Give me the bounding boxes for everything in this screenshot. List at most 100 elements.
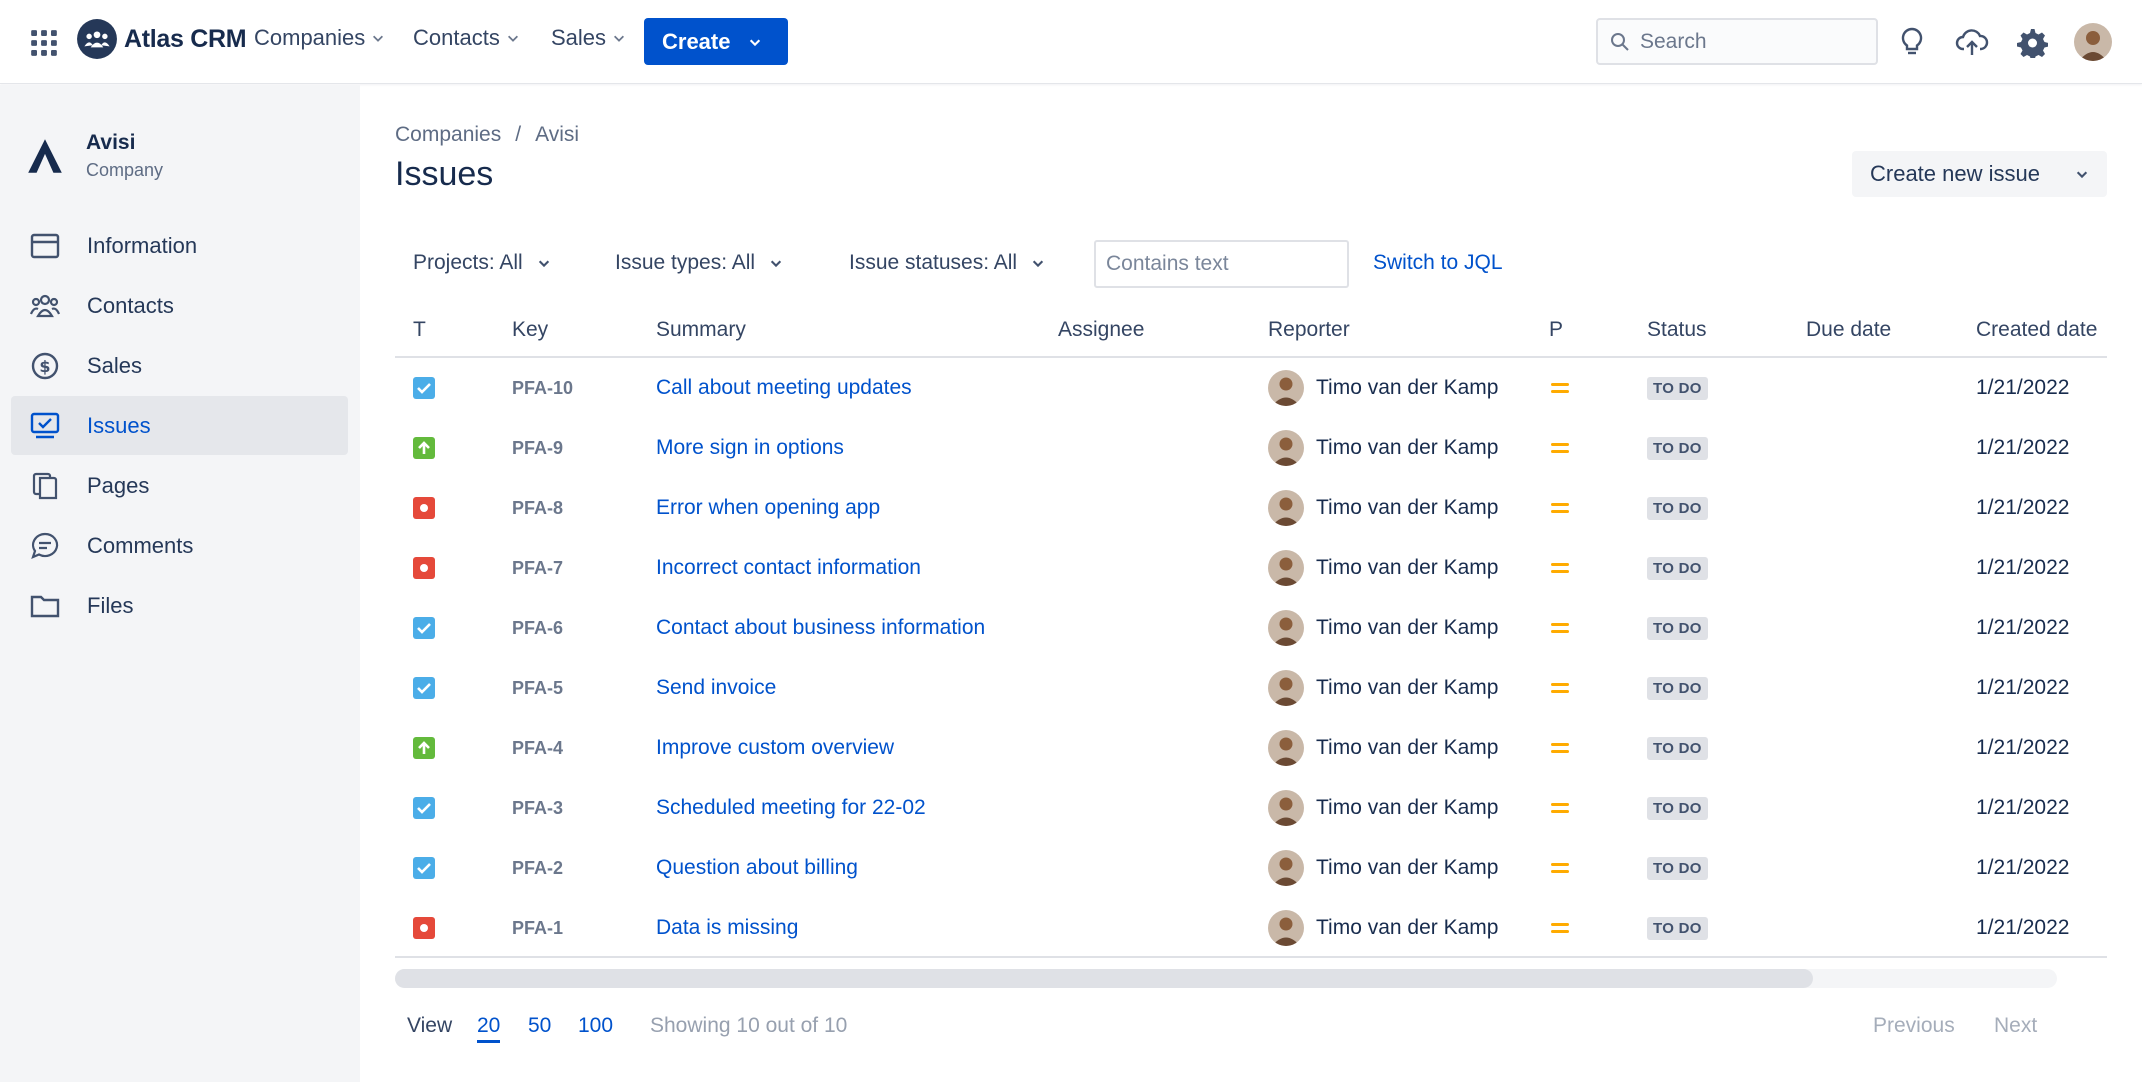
priority-medium-icon [1551,803,1569,813]
page-title: Issues [395,155,494,193]
app-switcher-icon[interactable] [30,29,58,57]
table-row[interactable]: PFA-6 Contact about business information… [395,598,2107,658]
text-filter-box[interactable] [1094,240,1349,288]
issue-summary-link[interactable]: Data is missing [656,898,798,958]
table-row[interactable]: PFA-8 Error when opening app Timo van de… [395,478,2107,538]
status-cell: TO DO [1647,358,1708,418]
breadcrumb: Companies / Avisi [395,123,579,147]
reporter-avatar-icon [1268,610,1304,646]
issue-statuses-filter[interactable]: Issue statuses: All [849,251,1045,275]
horizontal-scrollbar-thumb[interactable] [395,969,1813,988]
reporter-avatar[interactable] [1268,370,1304,406]
search-icon [1611,32,1629,51]
sidebar-item-pages[interactable]: Pages [11,456,348,515]
issue-key[interactable]: PFA-5 [512,658,563,718]
reporter-avatar[interactable] [1268,850,1304,886]
reporter-avatar[interactable] [1268,790,1304,826]
user-avatar[interactable] [2074,23,2112,61]
column-header-created-date[interactable]: Created date [1976,318,2097,342]
column-header-type[interactable]: T [413,318,426,342]
issue-summary-link[interactable]: Scheduled meeting for 22-02 [656,778,926,838]
sync-button[interactable] [1954,24,1990,60]
reporter-avatar[interactable] [1268,550,1304,586]
reporter-avatar[interactable] [1268,730,1304,766]
reporter-avatar[interactable] [1268,910,1304,946]
column-header-assignee[interactable]: Assignee [1058,318,1144,342]
issue-summary-link[interactable]: Question about billing [656,838,858,898]
issue-key[interactable]: PFA-4 [512,718,563,778]
issue-key[interactable]: PFA-2 [512,838,563,898]
reporter-avatar[interactable] [1268,610,1304,646]
created-date-cell: 1/21/2022 [1976,376,2070,399]
status-cell: TO DO [1647,658,1708,718]
issue-summary-link[interactable]: Send invoice [656,658,776,718]
issue-summary-link[interactable]: Improve custom overview [656,718,894,778]
issue-key[interactable]: PFA-7 [512,538,563,598]
chevron-down-icon [750,39,761,46]
create-button[interactable]: Create [644,18,788,65]
search-input[interactable] [1640,29,1860,54]
nav-companies-menu[interactable]: Companies [254,25,385,51]
issue-summary-link[interactable]: Incorrect contact information [656,538,921,598]
table-row[interactable]: PFA-1 Data is missing Timo van der Kamp … [395,898,2107,958]
sidebar-item-sales[interactable]: $ Sales [11,336,348,395]
page-size-20[interactable]: 20 [477,1014,501,1043]
reporter-avatar[interactable] [1268,490,1304,526]
reporter-avatar[interactable] [1268,670,1304,706]
switch-to-jql-link[interactable]: Switch to JQL [1373,251,1503,275]
priority-cell [1550,478,1570,538]
breadcrumb-companies[interactable]: Companies [395,123,501,147]
column-header-due-date[interactable]: Due date [1806,318,1891,342]
contains-text-input[interactable] [1106,252,1336,276]
issue-key[interactable]: PFA-1 [512,898,563,958]
issue-key[interactable]: PFA-10 [512,358,573,418]
sidebar-item-issues[interactable]: Issues [11,396,348,455]
previous-page-button[interactable]: Previous [1873,1014,1955,1038]
issues-table: T Key Summary Assignee Reporter P Status… [395,310,2107,958]
issue-summary-link[interactable]: More sign in options [656,418,844,478]
column-header-summary[interactable]: Summary [656,318,746,342]
page-size-50[interactable]: 50 [528,1014,551,1038]
issue-types-filter[interactable]: Issue types: All [615,251,783,275]
sidebar-item-label: Comments [87,532,194,558]
table-row[interactable]: PFA-5 Send invoice Timo van der Kamp TO … [395,658,2107,718]
sidebar-item-comments[interactable]: Comments [11,516,348,575]
type-cell [413,658,435,718]
whats-new-button[interactable] [1894,24,1930,60]
search-box[interactable] [1596,18,1878,65]
brand[interactable]: Atlas CRM [76,18,247,60]
breadcrumb-avisi[interactable]: Avisi [535,123,579,147]
table-row[interactable]: PFA-10 Call about meeting updates Timo v… [395,358,2107,418]
table-row[interactable]: PFA-4 Improve custom overview Timo van d… [395,718,2107,778]
table-row[interactable]: PFA-2 Question about billing Timo van de… [395,838,2107,898]
sidebar-item-contacts[interactable]: Contacts [11,276,348,335]
folder-icon [30,595,60,617]
table-row[interactable]: PFA-3 Scheduled meeting for 22-02 Timo v… [395,778,2107,838]
table-row[interactable]: PFA-9 More sign in options Timo van der … [395,418,2107,478]
reporter-avatar[interactable] [1268,430,1304,466]
next-page-button[interactable]: Next [1994,1014,2037,1038]
create-new-issue-button[interactable]: Create new issue [1852,151,2107,197]
column-header-status[interactable]: Status [1647,318,1707,342]
status-badge: TO DO [1647,376,1708,400]
issue-key[interactable]: PFA-3 [512,778,563,838]
issue-key[interactable]: PFA-9 [512,418,563,478]
column-header-key[interactable]: Key [512,318,548,342]
table-row[interactable]: PFA-7 Incorrect contact information Timo… [395,538,2107,598]
issue-summary-link[interactable]: Call about meeting updates [656,358,912,418]
nav-sales-menu[interactable]: Sales [551,25,626,51]
column-header-reporter[interactable]: Reporter [1268,318,1350,342]
page-size-100[interactable]: 100 [578,1014,613,1038]
created-date-cell: 1/21/2022 [1976,436,2070,459]
projects-filter[interactable]: Projects: All [413,251,551,275]
issue-key[interactable]: PFA-6 [512,598,563,658]
settings-button[interactable] [2014,24,2050,60]
nav-contacts-menu[interactable]: Contacts [413,25,520,51]
issue-summary-link[interactable]: Contact about business information [656,598,985,658]
status-badge: TO DO [1647,916,1708,940]
sidebar-item-files[interactable]: Files [11,576,348,635]
issue-summary-link[interactable]: Error when opening app [656,478,880,538]
sidebar-item-information[interactable]: Information [11,216,348,275]
issue-key[interactable]: PFA-8 [512,478,563,538]
column-header-priority[interactable]: P [1549,318,1563,342]
